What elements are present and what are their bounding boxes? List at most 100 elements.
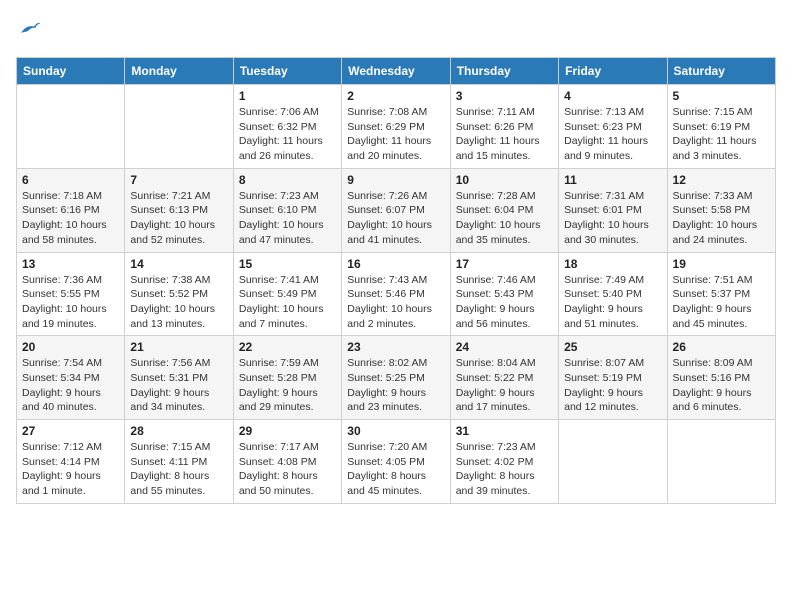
page-header [16,16,776,45]
calendar-cell: 18 Sunrise: 7:49 AM Sunset: 5:40 PM Dayli… [559,252,667,336]
calendar-cell [125,85,233,169]
day-info: Sunrise: 7:33 AM Sunset: 5:58 PM Dayligh… [673,189,770,248]
week-row-2: 6 Sunrise: 7:18 AM Sunset: 6:16 PM Daylig… [17,168,776,252]
weekday-header-friday: Friday [559,58,667,85]
day-number: 30 [347,424,444,438]
day-number: 6 [22,173,119,187]
day-number: 10 [456,173,553,187]
day-number: 15 [239,257,336,271]
day-number: 23 [347,340,444,354]
weekday-header-sunday: Sunday [17,58,125,85]
calendar-cell: 20 Sunrise: 7:54 AM Sunset: 5:34 PM Dayli… [17,336,125,420]
day-info: Sunrise: 8:09 AM Sunset: 5:16 PM Dayligh… [673,356,770,415]
day-number: 9 [347,173,444,187]
day-info: Sunrise: 7:31 AM Sunset: 6:01 PM Dayligh… [564,189,661,248]
calendar-cell: 2Sunrise: 7:08 AM Sunset: 6:29 PM Daylig… [342,85,450,169]
day-number: 12 [673,173,770,187]
calendar-cell: 25 Sunrise: 8:07 AM Sunset: 5:19 PM Dayli… [559,336,667,420]
calendar-cell: 29Sunrise: 7:17 AM Sunset: 4:08 PM Dayli… [233,420,341,504]
calendar-cell: 14 Sunrise: 7:38 AM Sunset: 5:52 PM Dayli… [125,252,233,336]
calendar-cell: 26 Sunrise: 8:09 AM Sunset: 5:16 PM Dayli… [667,336,775,420]
day-number: 18 [564,257,661,271]
calendar-cell: 28 Sunrise: 7:15 AM Sunset: 4:11 PM Dayli… [125,420,233,504]
day-info: Sunrise: 7:28 AM Sunset: 6:04 PM Dayligh… [456,189,553,248]
day-info: Sunrise: 7:13 AM Sunset: 6:23 PM Dayligh… [564,105,661,164]
calendar-cell: 19Sunrise: 7:51 AM Sunset: 5:37 PM Dayli… [667,252,775,336]
day-number: 28 [130,424,227,438]
day-number: 3 [456,89,553,103]
day-info: Sunrise: 8:02 AM Sunset: 5:25 PM Dayligh… [347,356,444,415]
day-number: 21 [130,340,227,354]
day-info: Sunrise: 8:07 AM Sunset: 5:19 PM Dayligh… [564,356,661,415]
day-number: 4 [564,89,661,103]
day-info: Sunrise: 7:51 AM Sunset: 5:37 PM Dayligh… [673,273,770,332]
calendar-cell: 6 Sunrise: 7:18 AM Sunset: 6:16 PM Daylig… [17,168,125,252]
day-info: Sunrise: 7:11 AM Sunset: 6:26 PM Dayligh… [456,105,553,164]
calendar-cell: 24Sunrise: 8:04 AM Sunset: 5:22 PM Dayli… [450,336,558,420]
day-info: Sunrise: 7:23 AM Sunset: 4:02 PM Dayligh… [456,440,553,499]
day-info: Sunrise: 7:15 AM Sunset: 4:11 PM Dayligh… [130,440,227,499]
calendar-cell: 12 Sunrise: 7:33 AM Sunset: 5:58 PM Dayli… [667,168,775,252]
week-row-5: 27 Sunrise: 7:12 AM Sunset: 4:14 PM Dayli… [17,420,776,504]
calendar-cell [667,420,775,504]
calendar-cell: 7Sunrise: 7:21 AM Sunset: 6:13 PM Daylig… [125,168,233,252]
day-info: Sunrise: 7:49 AM Sunset: 5:40 PM Dayligh… [564,273,661,332]
week-row-3: 13 Sunrise: 7:36 AM Sunset: 5:55 PM Dayli… [17,252,776,336]
calendar-cell: 31 Sunrise: 7:23 AM Sunset: 4:02 PM Dayli… [450,420,558,504]
day-info: Sunrise: 7:12 AM Sunset: 4:14 PM Dayligh… [22,440,119,499]
calendar-cell: 8Sunrise: 7:23 AM Sunset: 6:10 PM Daylig… [233,168,341,252]
weekday-header-wednesday: Wednesday [342,58,450,85]
day-number: 20 [22,340,119,354]
day-info: Sunrise: 7:43 AM Sunset: 5:46 PM Dayligh… [347,273,444,332]
calendar-cell [17,85,125,169]
day-info: Sunrise: 7:26 AM Sunset: 6:07 PM Dayligh… [347,189,444,248]
weekday-header-thursday: Thursday [450,58,558,85]
day-info: Sunrise: 7:59 AM Sunset: 5:28 PM Dayligh… [239,356,336,415]
day-info: Sunrise: 7:18 AM Sunset: 6:16 PM Dayligh… [22,189,119,248]
day-info: Sunrise: 7:06 AM Sunset: 6:32 PM Dayligh… [239,105,336,164]
day-number: 13 [22,257,119,271]
day-number: 7 [130,173,227,187]
weekday-header-tuesday: Tuesday [233,58,341,85]
day-number: 14 [130,257,227,271]
calendar-cell: 10 Sunrise: 7:28 AM Sunset: 6:04 PM Dayli… [450,168,558,252]
day-number: 26 [673,340,770,354]
calendar-cell: 27 Sunrise: 7:12 AM Sunset: 4:14 PM Dayli… [17,420,125,504]
calendar-cell: 15 Sunrise: 7:41 AM Sunset: 5:49 PM Dayli… [233,252,341,336]
calendar-cell: 5 Sunrise: 7:15 AM Sunset: 6:19 PM Daylig… [667,85,775,169]
day-number: 22 [239,340,336,354]
day-info: Sunrise: 7:17 AM Sunset: 4:08 PM Dayligh… [239,440,336,499]
day-info: Sunrise: 7:54 AM Sunset: 5:34 PM Dayligh… [22,356,119,415]
day-number: 1 [239,89,336,103]
weekday-header-row: SundayMondayTuesdayWednesdayThursdayFrid… [17,58,776,85]
day-number: 16 [347,257,444,271]
day-info: Sunrise: 7:36 AM Sunset: 5:55 PM Dayligh… [22,273,119,332]
calendar-cell [559,420,667,504]
calendar-cell: 3 Sunrise: 7:11 AM Sunset: 6:26 PM Daylig… [450,85,558,169]
calendar-cell: 4 Sunrise: 7:13 AM Sunset: 6:23 PM Daylig… [559,85,667,169]
day-info: Sunrise: 7:41 AM Sunset: 5:49 PM Dayligh… [239,273,336,332]
day-number: 31 [456,424,553,438]
calendar-cell: 1 Sunrise: 7:06 AM Sunset: 6:32 PM Daylig… [233,85,341,169]
day-number: 25 [564,340,661,354]
weekday-header-saturday: Saturday [667,58,775,85]
calendar-cell: 11Sunrise: 7:31 AM Sunset: 6:01 PM Dayli… [559,168,667,252]
calendar-cell: 23 Sunrise: 8:02 AM Sunset: 5:25 PM Dayli… [342,336,450,420]
day-info: Sunrise: 7:46 AM Sunset: 5:43 PM Dayligh… [456,273,553,332]
day-info: Sunrise: 7:23 AM Sunset: 6:10 PM Dayligh… [239,189,336,248]
day-number: 2 [347,89,444,103]
logo-general-line [16,16,42,45]
calendar-cell: 22 Sunrise: 7:59 AM Sunset: 5:28 PM Dayli… [233,336,341,420]
day-info: Sunrise: 7:20 AM Sunset: 4:05 PM Dayligh… [347,440,444,499]
day-info: Sunrise: 7:38 AM Sunset: 5:52 PM Dayligh… [130,273,227,332]
calendar-cell: 17Sunrise: 7:46 AM Sunset: 5:43 PM Dayli… [450,252,558,336]
day-info: Sunrise: 7:15 AM Sunset: 6:19 PM Dayligh… [673,105,770,164]
calendar-cell: 21 Sunrise: 7:56 AM Sunset: 5:31 PM Dayli… [125,336,233,420]
calendar-cell: 9 Sunrise: 7:26 AM Sunset: 6:07 PM Daylig… [342,168,450,252]
week-row-4: 20 Sunrise: 7:54 AM Sunset: 5:34 PM Dayli… [17,336,776,420]
day-number: 27 [22,424,119,438]
logo [16,16,42,45]
logo-bird-icon [18,16,42,40]
day-info: Sunrise: 7:56 AM Sunset: 5:31 PM Dayligh… [130,356,227,415]
day-number: 5 [673,89,770,103]
